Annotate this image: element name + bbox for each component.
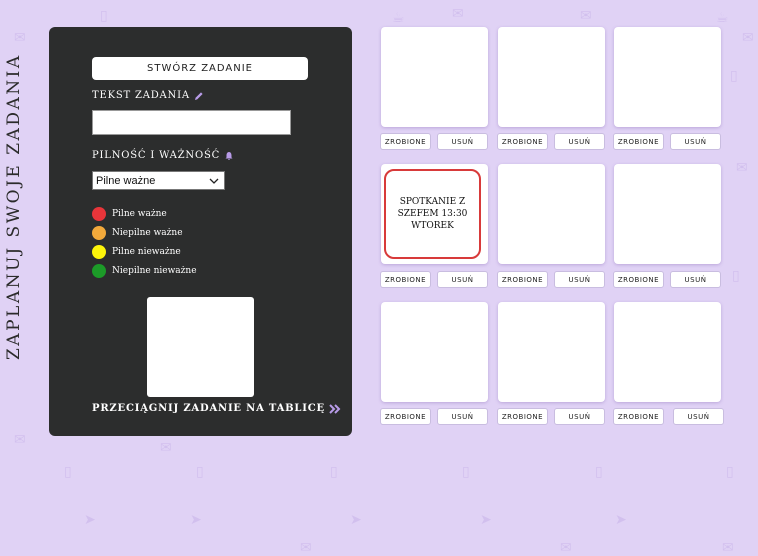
draggable-task-preview[interactable] [147, 297, 254, 397]
done-button[interactable]: ZROBIONE [380, 133, 431, 150]
red-dot-icon [92, 206, 106, 221]
priority-label: PILNOŚĆ I WAŻNOŚĆ [92, 150, 234, 161]
task-creation-panel: STWÓRZ ZADANIE TEKST ZADANIA PILNOŚĆ I W… [49, 27, 352, 436]
legend-label: Niepilne nieważne [112, 265, 197, 276]
priority-select-value: Pilne ważne [96, 174, 156, 187]
task-text-input[interactable] [92, 110, 291, 135]
task-card[interactable] [498, 302, 605, 402]
delete-button[interactable]: USUŃ [554, 408, 605, 425]
task-card[interactable] [614, 27, 721, 127]
orange-dot-icon [92, 225, 106, 240]
legend-item: Niepilne ważne [92, 223, 197, 242]
drag-instruction: PRZECIĄGNIJ ZADANIE NA TABLICĘ [92, 403, 341, 414]
task-card[interactable] [381, 302, 488, 402]
delete-button[interactable]: USUŃ [673, 408, 724, 425]
task-text-label-text: TEKST ZADANIA [92, 90, 190, 101]
task-card[interactable] [614, 164, 721, 264]
task-card[interactable] [614, 302, 721, 402]
done-button[interactable]: ZROBIONE [380, 408, 431, 425]
double-chevron-right-icon [329, 403, 341, 414]
green-dot-icon [92, 263, 106, 278]
pencil-icon [194, 91, 203, 100]
done-button[interactable]: ZROBIONE [380, 271, 431, 288]
done-button[interactable]: ZROBIONE [613, 133, 664, 150]
delete-button[interactable]: USUŃ [437, 133, 488, 150]
done-button[interactable]: ZROBIONE [613, 408, 664, 425]
delete-button[interactable]: USUŃ [670, 271, 721, 288]
delete-button[interactable]: USUŃ [437, 271, 488, 288]
page-title: ZAPLANUJ SWOJE ZADANIA [4, 53, 24, 360]
chevron-down-icon [209, 178, 219, 184]
legend-label: Niepilne ważne [112, 227, 183, 238]
priority-select[interactable]: Pilne ważne [92, 171, 225, 190]
delete-button[interactable]: USUŃ [437, 408, 488, 425]
legend-label: Pilne nieważne [112, 246, 181, 257]
create-task-button[interactable]: STWÓRZ ZADANIE [92, 57, 308, 80]
bell-icon [225, 151, 233, 160]
legend-item: Pilne nieważne [92, 242, 197, 261]
priority-legend: Pilne ważne Niepilne ważne Pilne nieważn… [92, 204, 197, 280]
done-button[interactable]: ZROBIONE [497, 133, 548, 150]
done-button[interactable]: ZROBIONE [497, 271, 548, 288]
yellow-dot-icon [92, 244, 106, 259]
task-note[interactable]: SPOTKANIE Z SZEFEM 13:30 WTOREK [384, 169, 481, 259]
task-card[interactable] [381, 27, 488, 127]
done-button[interactable]: ZROBIONE [613, 271, 664, 288]
delete-button[interactable]: USUŃ [554, 271, 605, 288]
legend-label: Pilne ważne [112, 208, 167, 219]
drag-instruction-text: PRZECIĄGNIJ ZADANIE NA TABLICĘ [92, 403, 325, 414]
delete-button[interactable]: USUŃ [670, 133, 721, 150]
legend-item: Niepilne nieważne [92, 261, 197, 280]
task-text-label: TEKST ZADANIA [92, 90, 204, 101]
priority-label-text: PILNOŚĆ I WAŻNOŚĆ [92, 150, 221, 161]
task-card[interactable] [498, 27, 605, 127]
task-card[interactable] [498, 164, 605, 264]
done-button[interactable]: ZROBIONE [497, 408, 548, 425]
delete-button[interactable]: USUŃ [554, 133, 605, 150]
legend-item: Pilne ważne [92, 204, 197, 223]
task-card[interactable]: SPOTKANIE Z SZEFEM 13:30 WTOREK [381, 164, 488, 264]
